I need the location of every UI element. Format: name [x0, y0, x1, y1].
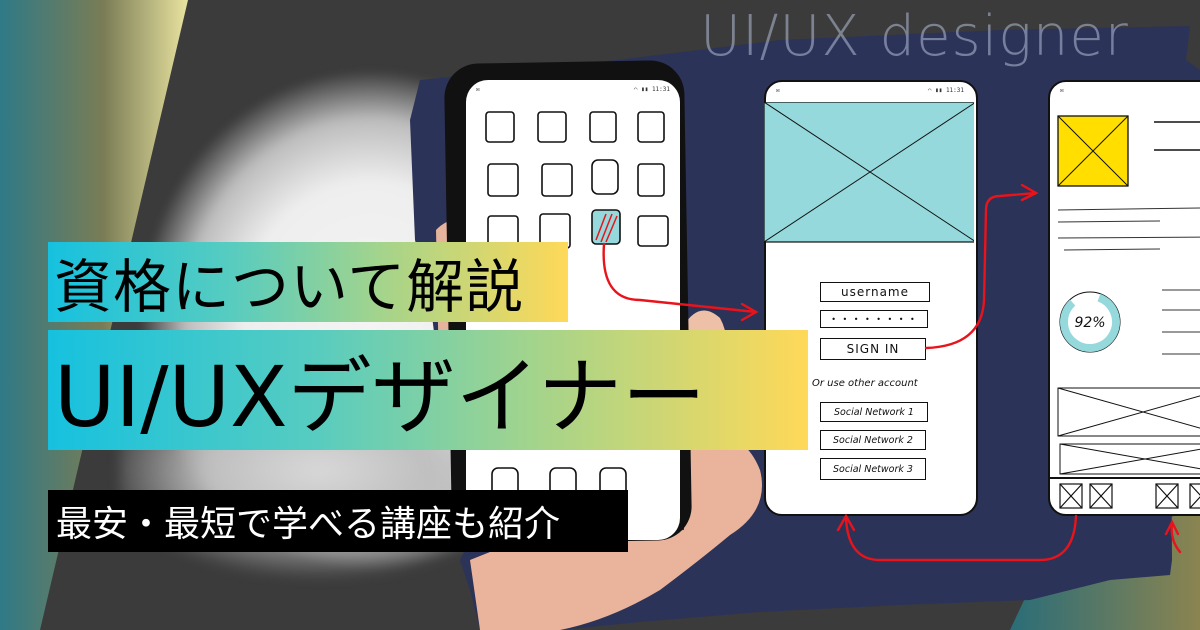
arrow-home-to-login — [602, 242, 758, 314]
headline-line2-text: UI/UXデザイナー — [54, 347, 706, 446]
arrow-dashboard-to-login — [844, 514, 1078, 562]
arrow-login-to-dashboard — [924, 191, 1038, 350]
headline-line2: UI/UXデザイナー — [48, 330, 808, 450]
subtitle-text: 最安・最短で学べる講座も紹介 — [56, 504, 561, 545]
subtitle-banner: 最安・最短で学べる講座も紹介 — [48, 490, 628, 552]
headline-line1: 資格について解説 — [48, 242, 568, 322]
headline-line1-text: 資格について解説 — [54, 253, 525, 321]
